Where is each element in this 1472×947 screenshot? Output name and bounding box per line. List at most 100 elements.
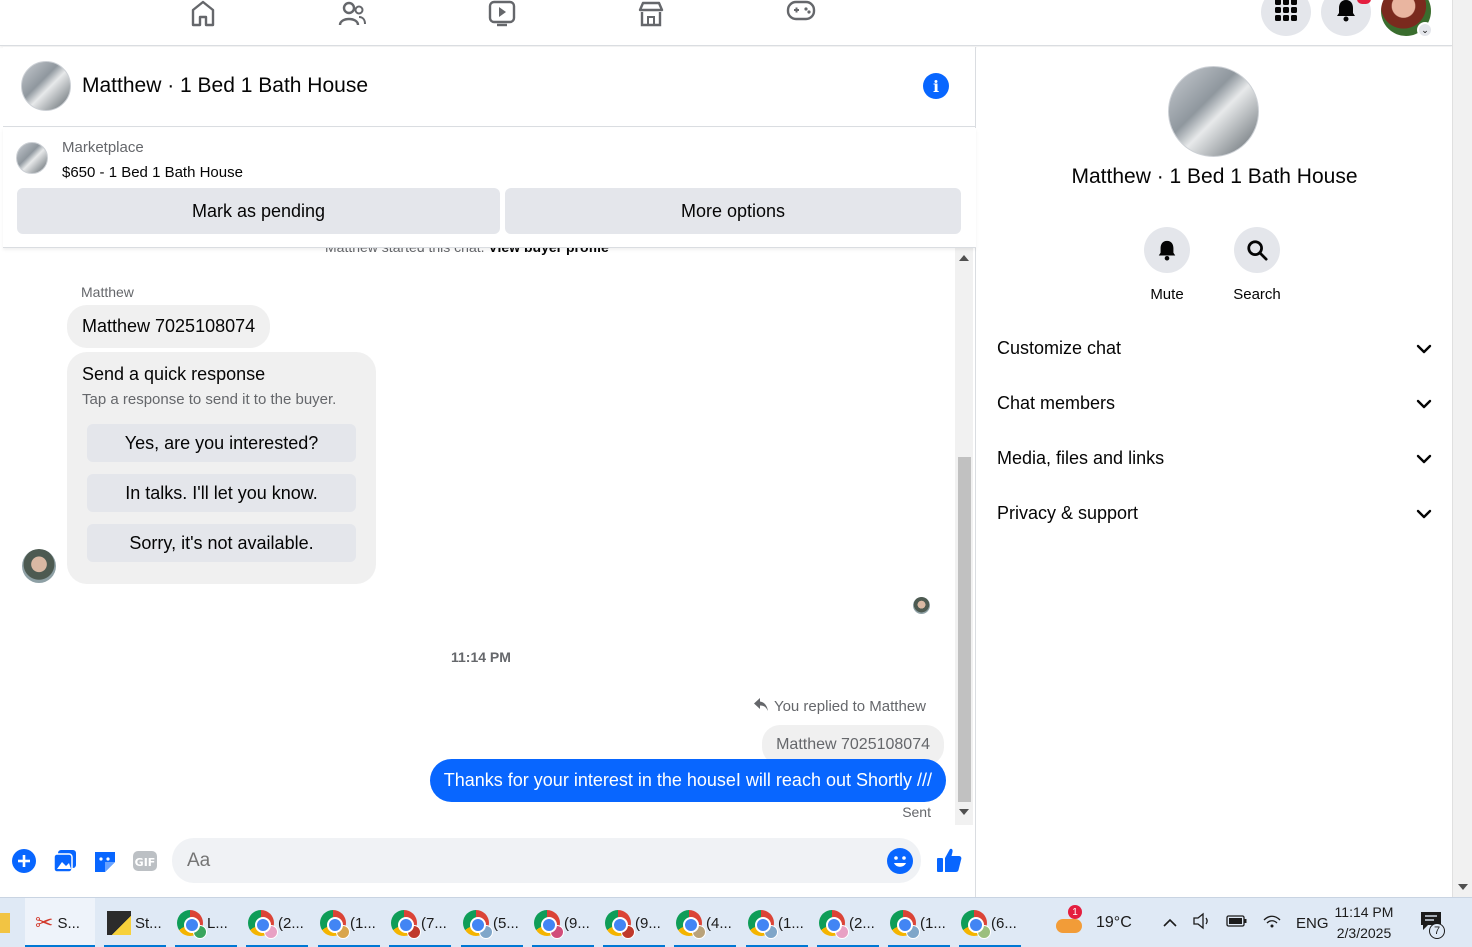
view-buyer-profile-link[interactable]: View buyer profile	[488, 247, 608, 255]
chevron-up-icon[interactable]	[1162, 915, 1178, 932]
taskbar-chrome-window[interactable]: (1...	[318, 898, 380, 947]
taskbar-chrome-window[interactable]: (2...	[817, 898, 879, 947]
taskbar-app-label: (1...	[778, 914, 804, 932]
page-scroll-down-arrow[interactable]	[1458, 884, 1468, 890]
chrome-icon	[748, 910, 778, 939]
chrome-icon	[320, 910, 350, 939]
taskbar-chrome-window[interactable]: L...	[175, 898, 237, 947]
menu-grid-button[interactable]	[1261, 0, 1311, 36]
quick-response-option[interactable]: Sorry, it's not available.	[87, 524, 356, 562]
wifi-icon[interactable]	[1262, 913, 1282, 933]
taskbar-chrome-window[interactable]: (1...	[746, 898, 808, 947]
message-scrollbar[interactable]	[955, 247, 973, 825]
taskbar-chrome-window[interactable]: (9...	[532, 898, 594, 947]
panel-title: Matthew · 1 Bed 1 Bath House	[1071, 165, 1358, 188]
chevron-down-icon	[1416, 503, 1432, 524]
gif-icon[interactable]: GIF	[132, 848, 158, 874]
taskbar-chrome-window[interactable]: (5...	[461, 898, 523, 947]
taskbar-app-label: (4...	[706, 914, 732, 932]
taskbar-app-label: St...	[135, 914, 162, 932]
svg-text:GIF: GIF	[135, 856, 156, 869]
sticky-notes-icon	[107, 911, 131, 935]
top-navigation: ⌄	[0, 0, 1452, 46]
notifications-button[interactable]	[1321, 0, 1371, 36]
chevron-down-icon	[1416, 448, 1432, 469]
thumbs-up-icon[interactable]	[934, 845, 964, 875]
weather-badge: 1	[1068, 905, 1082, 919]
scroll-thumb[interactable]	[958, 457, 971, 802]
weather-widget[interactable]: 1 19°C	[1054, 898, 1132, 947]
section-privacy-support[interactable]: Privacy & support	[997, 493, 1432, 533]
taskbar-app-label: (7...	[421, 914, 447, 932]
reply-icon	[753, 698, 768, 715]
gaming-icon[interactable]	[783, 0, 819, 28]
chrome-icon	[605, 910, 635, 939]
mute-action[interactable]: Mute	[1127, 227, 1207, 303]
search-action[interactable]: Search	[1217, 227, 1297, 303]
taskbar-app-label: (1...	[920, 914, 946, 932]
battery-icon[interactable]	[1226, 914, 1248, 932]
info-icon[interactable]: i	[923, 73, 949, 99]
taskbar-app-label: (9...	[635, 914, 661, 932]
taskbar-chrome-window[interactable]: (7...	[389, 898, 451, 947]
chrome-icon	[676, 910, 706, 939]
page-scrollbar[interactable]	[1452, 0, 1472, 897]
section-chat-members[interactable]: Chat members	[997, 383, 1432, 423]
panel-listing-avatar[interactable]	[1168, 66, 1259, 157]
taskbar-app-snipping[interactable]: ✂ S...	[25, 898, 95, 947]
explorer-icon[interactable]	[0, 898, 10, 947]
emoji-icon[interactable]	[887, 848, 913, 874]
quick-response-option[interactable]: Yes, are you interested?	[87, 424, 356, 462]
section-label: Customize chat	[997, 337, 1122, 358]
taskbar-chrome-window[interactable]: (6...	[959, 898, 1021, 947]
notification-center[interactable]: 7	[1420, 898, 1445, 947]
chrome-icon	[248, 910, 278, 939]
taskbar-app-label: (5...	[493, 914, 519, 932]
account-avatar[interactable]: ⌄	[1381, 0, 1433, 38]
chat-title[interactable]: Matthew · 1 Bed 1 Bath House	[82, 74, 368, 98]
taskbar-chrome-window[interactable]: (2...	[246, 898, 308, 947]
scroll-down-arrow[interactable]	[959, 809, 969, 815]
scroll-up-arrow[interactable]	[959, 255, 969, 261]
more-options-button[interactable]: More options	[505, 188, 961, 234]
quick-response-card: Send a quick response Tap a response to …	[67, 352, 376, 584]
sender-avatar[interactable]	[22, 549, 56, 583]
section-media-files-links[interactable]: Media, files and links	[997, 438, 1432, 478]
message-status: Sent	[902, 804, 931, 820]
chevron-down-icon	[1416, 393, 1432, 414]
home-icon[interactable]	[185, 0, 221, 28]
watch-icon[interactable]	[484, 0, 520, 28]
taskbar-app-label: (6...	[991, 914, 1017, 932]
incoming-message[interactable]: Matthew 7025108074	[67, 305, 271, 348]
message-timestamp: 11:14 PM	[451, 649, 511, 665]
clock[interactable]: 11:14 PM 2/3/2025	[1320, 902, 1408, 944]
outgoing-message[interactable]: Thanks for your interest in the houseI w…	[429, 759, 946, 802]
taskbar-app-label: (9...	[564, 914, 590, 932]
chevron-down-icon	[1416, 338, 1432, 359]
volume-icon[interactable]	[1192, 912, 1212, 934]
taskbar-chrome-window[interactable]: (9...	[603, 898, 665, 947]
bell-icon	[1144, 227, 1190, 273]
section-customize-chat[interactable]: Customize chat	[997, 328, 1432, 368]
windows-taskbar: ✂ S... St... L... (2... (1... (7... (5..…	[0, 897, 1472, 947]
listing-thumbnail[interactable]	[16, 142, 48, 174]
plus-icon[interactable]	[11, 848, 37, 874]
taskbar-chrome-window[interactable]: (1...	[888, 898, 950, 947]
photo-icon[interactable]	[52, 848, 78, 874]
mark-as-pending-button[interactable]: Mark as pending	[17, 188, 500, 234]
message-input-wrapper	[172, 838, 921, 883]
quick-response-option[interactable]: In talks. I'll let you know.	[87, 474, 356, 512]
taskbar-app-label: (2...	[849, 914, 875, 932]
marketplace-icon[interactable]	[633, 0, 669, 28]
chrome-icon	[961, 910, 991, 939]
message-input[interactable]	[187, 848, 867, 874]
listing-avatar[interactable]	[21, 61, 71, 111]
taskbar-chrome-window[interactable]: (4...	[674, 898, 736, 947]
taskbar-app-sticky[interactable]: St...	[104, 898, 166, 947]
sticker-icon[interactable]	[92, 848, 118, 874]
listing-price-title[interactable]: $650 - 1 Bed 1 Bath House	[62, 164, 243, 181]
section-label: Privacy & support	[997, 502, 1139, 523]
chrome-icon	[463, 910, 493, 939]
chat-started-text: Matthew started this chat.	[325, 247, 485, 255]
friends-icon[interactable]	[334, 0, 370, 28]
